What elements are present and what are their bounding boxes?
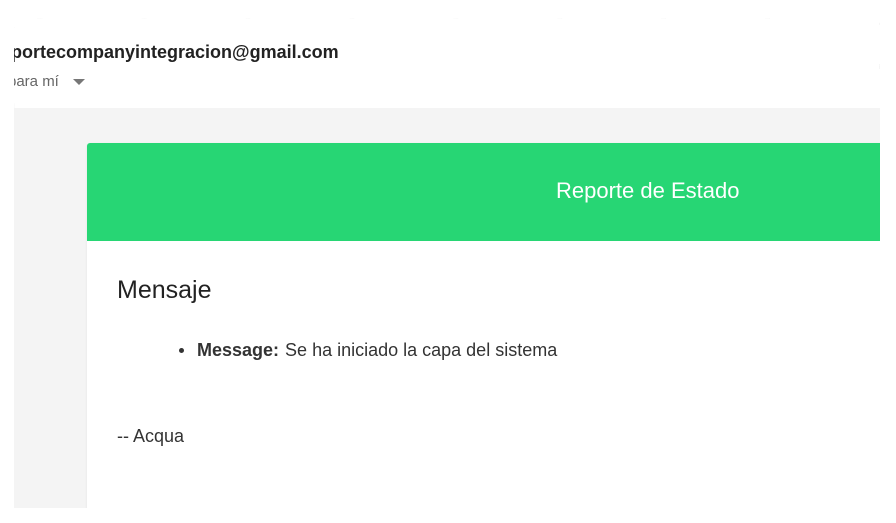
message-key: Message: — [197, 340, 280, 360]
sender-email: oportecompanyintegracion@gmail.com — [14, 42, 353, 63]
section-title: Mensaje — [117, 276, 212, 304]
recipient-label: para mí — [14, 73, 59, 90]
sender-email-text: oportecompanyintegracion@gmail.com — [14, 42, 339, 62]
card-header-title: Reporte de Estado — [556, 178, 740, 203]
recipient-toggle[interactable]: para mí — [14, 73, 85, 90]
bullet-icon — [179, 348, 184, 353]
chevron-down-icon — [72, 78, 85, 85]
screenshot-frame: oportecompanyintegracion@gmail.com para … — [0, 0, 896, 523]
message-list: Message: Se ha iniciado la capa del sist… — [179, 340, 557, 361]
message-value: Se ha iniciado la capa del sistema — [285, 340, 558, 360]
email-view: oportecompanyintegracion@gmail.com para … — [14, 18, 880, 508]
list-item: Message: Se ha iniciado la capa del sist… — [179, 340, 557, 361]
card-header: Reporte de Estado — [87, 143, 880, 241]
status-report-card: Reporte de Estado Mensaje Message: Se ha… — [87, 143, 880, 508]
signature: -- Acqua — [117, 426, 185, 446]
